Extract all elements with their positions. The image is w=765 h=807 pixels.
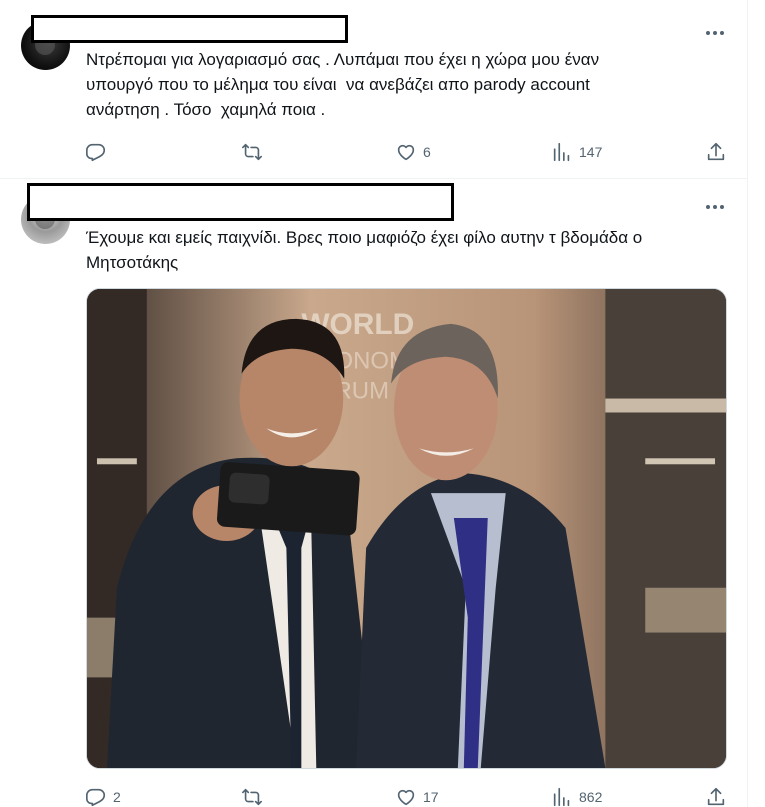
views-button[interactable]: 862 bbox=[551, 784, 602, 807]
tweet-text: Ντρέπομαι για λογαριασμό σας . Λυπάμαι π… bbox=[86, 50, 600, 119]
reply-count: 2 bbox=[113, 789, 121, 805]
redacted-username bbox=[31, 15, 348, 43]
retweet-button[interactable] bbox=[241, 784, 269, 807]
retweet-icon bbox=[242, 143, 262, 161]
more-icon[interactable] bbox=[704, 197, 726, 217]
retweet-button[interactable] bbox=[241, 139, 269, 165]
tweet[interactable]: Ντρέπομαι για λογαριασμό σας . Λυπάμαι π… bbox=[0, 0, 748, 179]
share-button[interactable] bbox=[705, 784, 727, 807]
share-icon bbox=[707, 787, 725, 806]
heart-icon bbox=[397, 789, 415, 806]
heart-icon bbox=[397, 144, 415, 161]
views-button[interactable]: 147 bbox=[551, 139, 602, 165]
like-count: 6 bbox=[423, 144, 431, 160]
selfie-photo-image: WORLD ECONOMIC FORUM bbox=[87, 289, 726, 768]
share-icon bbox=[707, 142, 725, 161]
share-button[interactable] bbox=[705, 139, 727, 165]
like-button[interactable]: 6 bbox=[395, 139, 431, 165]
reply-button[interactable]: 2 bbox=[85, 784, 121, 807]
reply-button[interactable] bbox=[85, 139, 113, 165]
views-count: 147 bbox=[579, 144, 603, 160]
reply-icon bbox=[86, 143, 106, 162]
views-count: 862 bbox=[579, 789, 603, 805]
tweet[interactable]: Έχουμε και εμείς παιχνίδι. Βρες ποιο μαφ… bbox=[0, 180, 748, 807]
redacted-username bbox=[27, 183, 454, 221]
retweet-icon bbox=[242, 788, 262, 806]
timeline-feed: Ντρέπομαι για λογαριασμό σας . Λυπάμαι π… bbox=[0, 0, 748, 807]
tweet-photo[interactable]: WORLD ECONOMIC FORUM bbox=[86, 288, 727, 769]
views-icon bbox=[553, 142, 570, 162]
like-button[interactable]: 17 bbox=[395, 784, 439, 807]
tweet-actions: 2 17 862 bbox=[85, 784, 735, 807]
more-icon[interactable] bbox=[704, 23, 726, 43]
like-count: 17 bbox=[423, 789, 439, 805]
views-icon bbox=[553, 787, 570, 807]
reply-icon bbox=[86, 788, 106, 807]
tweet-text: Έχουμε και εμείς παιχνίδι. Βρες ποιο μαφ… bbox=[86, 228, 643, 272]
tweet-actions: 6 147 bbox=[85, 139, 735, 165]
